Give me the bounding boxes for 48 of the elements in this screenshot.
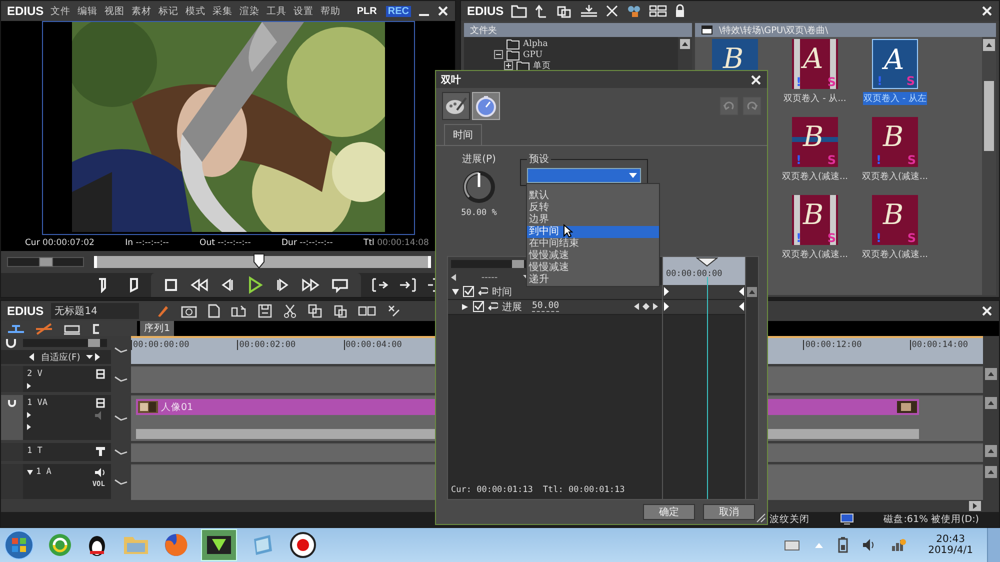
flag-label: ! — [796, 153, 802, 167]
ruler-label: 00:00:04:00 — [344, 340, 402, 350]
parameter-label: 时间 — [492, 286, 512, 299]
timecode: Ttl 00:00:14:08 — [364, 238, 429, 248]
effect-letter: B — [802, 120, 825, 154]
type-label: S — [907, 153, 916, 167]
timecode: In --:--:--:-- — [125, 238, 169, 248]
ruler-label: 00:00:14:00 — [910, 340, 968, 350]
track-label: 1 VA — [27, 398, 48, 408]
knob-label: 进展(P) — [462, 152, 496, 166]
effect-letter: B — [802, 198, 825, 232]
timecode: Out --:--:--:-- — [200, 238, 251, 248]
dialog-title: 双叶 — [441, 74, 461, 87]
panel-header: 文件夹 — [464, 23, 692, 37]
group-label: 预设 — [528, 153, 550, 166]
ruler-label: 00:00:00:00 — [666, 268, 722, 279]
status-text: 波纹关闭 — [770, 512, 810, 526]
flag-label: ! — [877, 74, 882, 88]
flag-label: ! — [876, 153, 882, 167]
type-label: S — [906, 74, 915, 88]
total-time: Ttl: 00:00:01:13 — [542, 484, 625, 495]
ruler-label: 00:00:02:00 — [237, 340, 296, 350]
ruler-label: 00:00:00:00 — [131, 340, 190, 350]
effect-letter: B — [882, 198, 905, 232]
ruler-label: 00:00:12:00 — [803, 340, 862, 350]
timecode: Cur 00:00:07:02 — [25, 238, 94, 248]
flag-label: ! — [796, 231, 802, 245]
parameter-label: 进展 — [502, 300, 522, 314]
app-logo: EDIUS — [467, 4, 504, 18]
timecode: Dur --:--:--:-- — [282, 238, 333, 248]
effect-letter: A — [882, 43, 910, 77]
effect-letter: A — [801, 42, 828, 76]
track-label: 2 V — [27, 369, 42, 380]
current-time: Cur: 00:00:01:13 — [451, 484, 533, 495]
app-logo: EDIUS — [7, 304, 44, 318]
flag-label: ! — [796, 75, 802, 89]
effect-letter: B — [722, 42, 745, 76]
status-text: 磁盘:61% 被使用(D:) — [884, 512, 979, 526]
clip-name: 人像01 — [161, 400, 194, 414]
flag-label: ! — [876, 231, 882, 245]
type-label: S — [827, 153, 836, 167]
type-label: S — [907, 231, 916, 245]
track-label: 1 T — [27, 446, 42, 456]
effect-letter: B — [882, 120, 905, 154]
knob-value: 50.00 % — [461, 208, 497, 218]
track-label: 1 A — [36, 467, 52, 478]
app-logo: EDIUS — [7, 4, 44, 18]
folder-path: \特效\转场\GPU\双页\卷曲\ — [719, 24, 828, 36]
